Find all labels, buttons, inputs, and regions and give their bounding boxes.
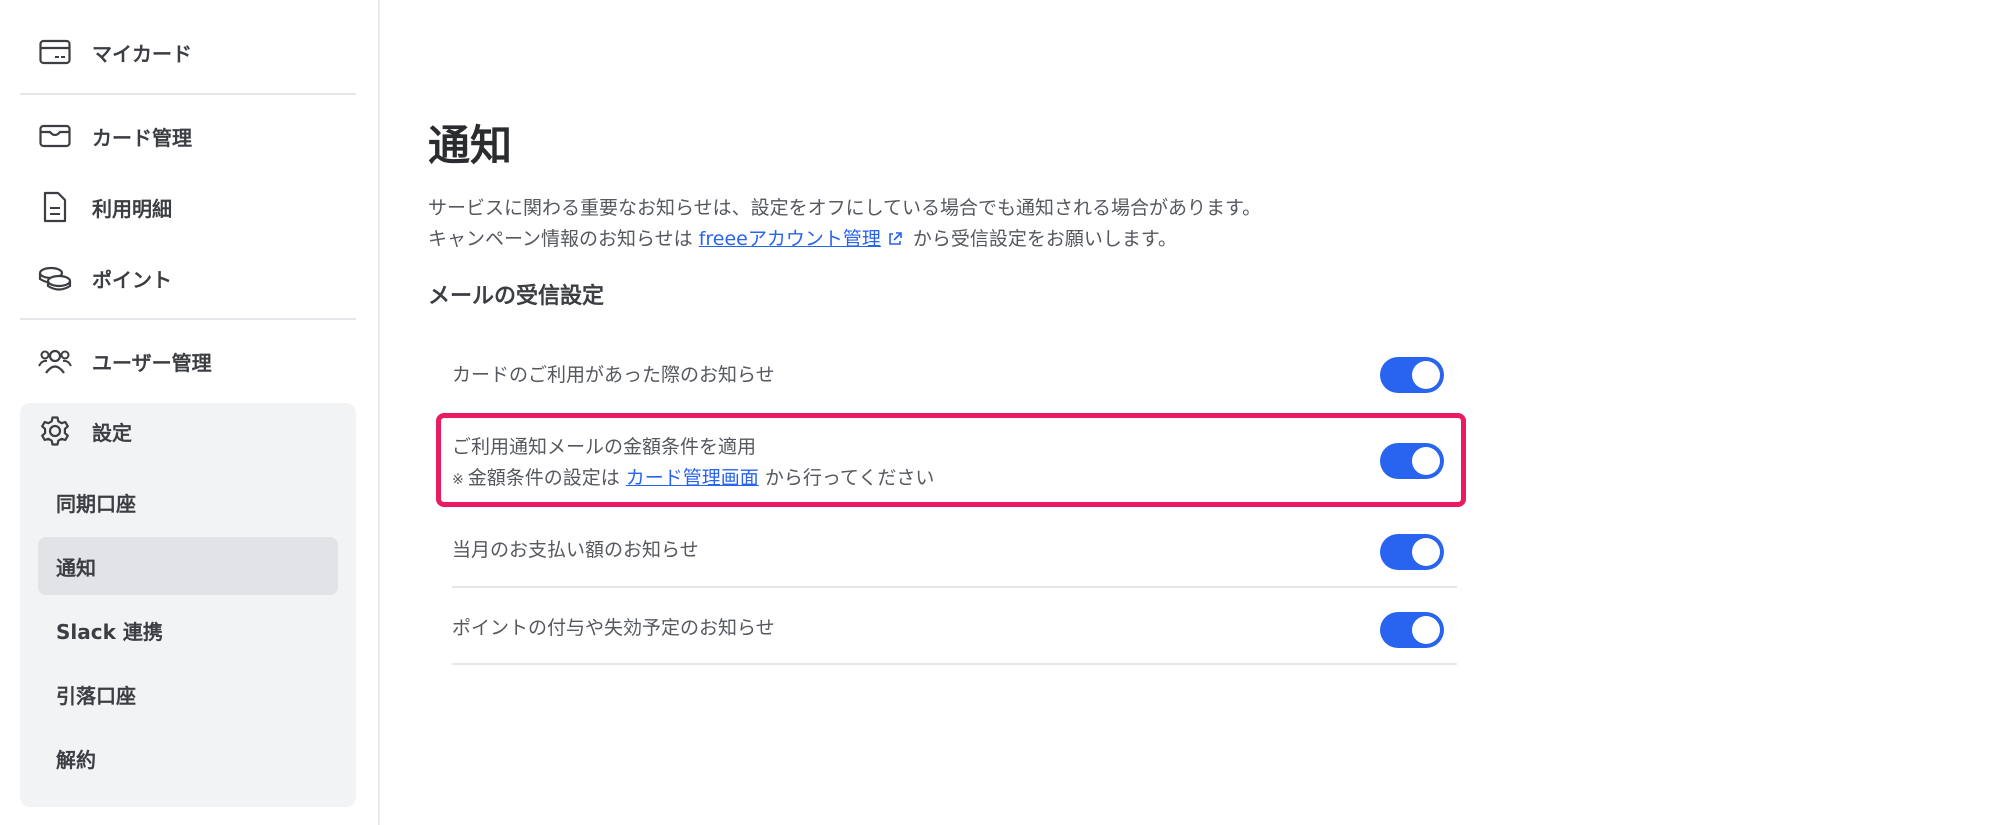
freee-account-link[interactable]: freeeアカウント管理 xyxy=(699,228,881,250)
document-icon xyxy=(38,190,72,224)
setting-label: ポイントの付与や失効予定のお知らせ xyxy=(452,617,775,639)
sidebar-item-statements[interactable]: 利用明細 xyxy=(38,187,172,227)
setting-label: 当月のお支払い額のお知らせ xyxy=(452,539,699,561)
note-prefix: 金額条件の設定は xyxy=(467,467,620,489)
sidebar-item-user-management[interactable]: ユーザー管理 xyxy=(38,341,212,381)
sidebar-item-settings[interactable]: 設定 xyxy=(38,411,132,451)
toggle-knob xyxy=(1412,538,1440,566)
sidebar-divider xyxy=(20,93,356,95)
description-line-2: キャンペーン情報のお知らせは freeeアカウント管理 から受信設定をお願いしま… xyxy=(428,224,1177,252)
row-divider xyxy=(452,663,1457,665)
toggle-knob xyxy=(1412,616,1440,644)
sidebar-divider xyxy=(20,318,356,320)
sidebar-item-label: ユーザー管理 xyxy=(92,350,212,375)
sidebar-subitem-sync-account[interactable]: 同期口座 xyxy=(38,473,338,531)
sidebar-item-card-management[interactable]: カード管理 xyxy=(38,116,192,156)
card-usage-toggle[interactable] xyxy=(1380,357,1444,393)
toggle-knob xyxy=(1412,447,1440,475)
toggle-knob xyxy=(1412,361,1440,389)
setting-row: ご利用通知メールの金額条件を適用 ※ 金額条件の設定は カード管理画面 から行って… xyxy=(452,428,1457,494)
sidebar-item-label: マイカード xyxy=(92,41,192,66)
section-title: メールの受信設定 xyxy=(428,284,605,309)
setting-note: ※ 金額条件の設定は カード管理画面 から行ってください xyxy=(452,463,934,490)
sidebar-subitem-cancel[interactable]: 解約 xyxy=(38,729,338,787)
description-suffix: から受信設定をお願いします。 xyxy=(912,228,1178,250)
description-prefix: キャンペーン情報のお知らせは xyxy=(428,228,693,250)
sidebar-subitem-slack[interactable]: Slack 連携 xyxy=(38,601,338,659)
sidebar-subitem-notifications[interactable]: 通知 xyxy=(38,537,338,595)
sidebar-subitem-debit-account[interactable]: 引落口座 xyxy=(38,665,338,723)
card-icon xyxy=(38,35,72,69)
note-suffix: から行ってください xyxy=(764,467,935,489)
external-link-icon xyxy=(887,230,903,252)
setting-label: ご利用通知メールの金額条件を適用 xyxy=(452,436,757,458)
note-mark: ※ xyxy=(452,472,464,488)
setting-row: ポイントの付与や失効予定のお知らせ xyxy=(452,610,1457,650)
settings-menu-group: 設定 同期口座 通知 Slack 連携 引落口座 解約 xyxy=(20,403,356,807)
amount-condition-toggle[interactable] xyxy=(1380,443,1444,479)
sidebar-item-label: ポイント xyxy=(92,267,172,292)
sidebar-item-my-card[interactable]: マイカード xyxy=(38,32,192,72)
gear-icon xyxy=(38,414,72,448)
sidebar: マイカード カード管理 利用明細 ポイント ユーザー管理 設定 同期口座 通知 … xyxy=(0,0,380,825)
setting-row: 当月のお支払い額のお知らせ xyxy=(452,532,1457,572)
description-line-1: サービスに関わる重要なお知らせは、設定をオフにしている場合でも通知される場合があ… xyxy=(428,197,1262,219)
coins-icon xyxy=(38,261,72,295)
wallet-icon xyxy=(38,119,72,153)
sidebar-item-label: 利用明細 xyxy=(92,196,172,221)
sidebar-item-label: カード管理 xyxy=(92,125,192,150)
points-expiry-toggle[interactable] xyxy=(1380,612,1444,648)
setting-row: カードのご利用があった際のお知らせ xyxy=(452,355,1457,395)
sidebar-item-label: 設定 xyxy=(92,420,132,445)
page-title: 通知 xyxy=(428,121,513,170)
sidebar-item-points[interactable]: ポイント xyxy=(38,258,172,298)
card-management-link[interactable]: カード管理画面 xyxy=(626,467,759,489)
monthly-payment-toggle[interactable] xyxy=(1380,534,1444,570)
row-divider xyxy=(452,586,1457,588)
users-icon xyxy=(38,344,72,378)
setting-label: カードのご利用があった際のお知らせ xyxy=(452,364,775,386)
